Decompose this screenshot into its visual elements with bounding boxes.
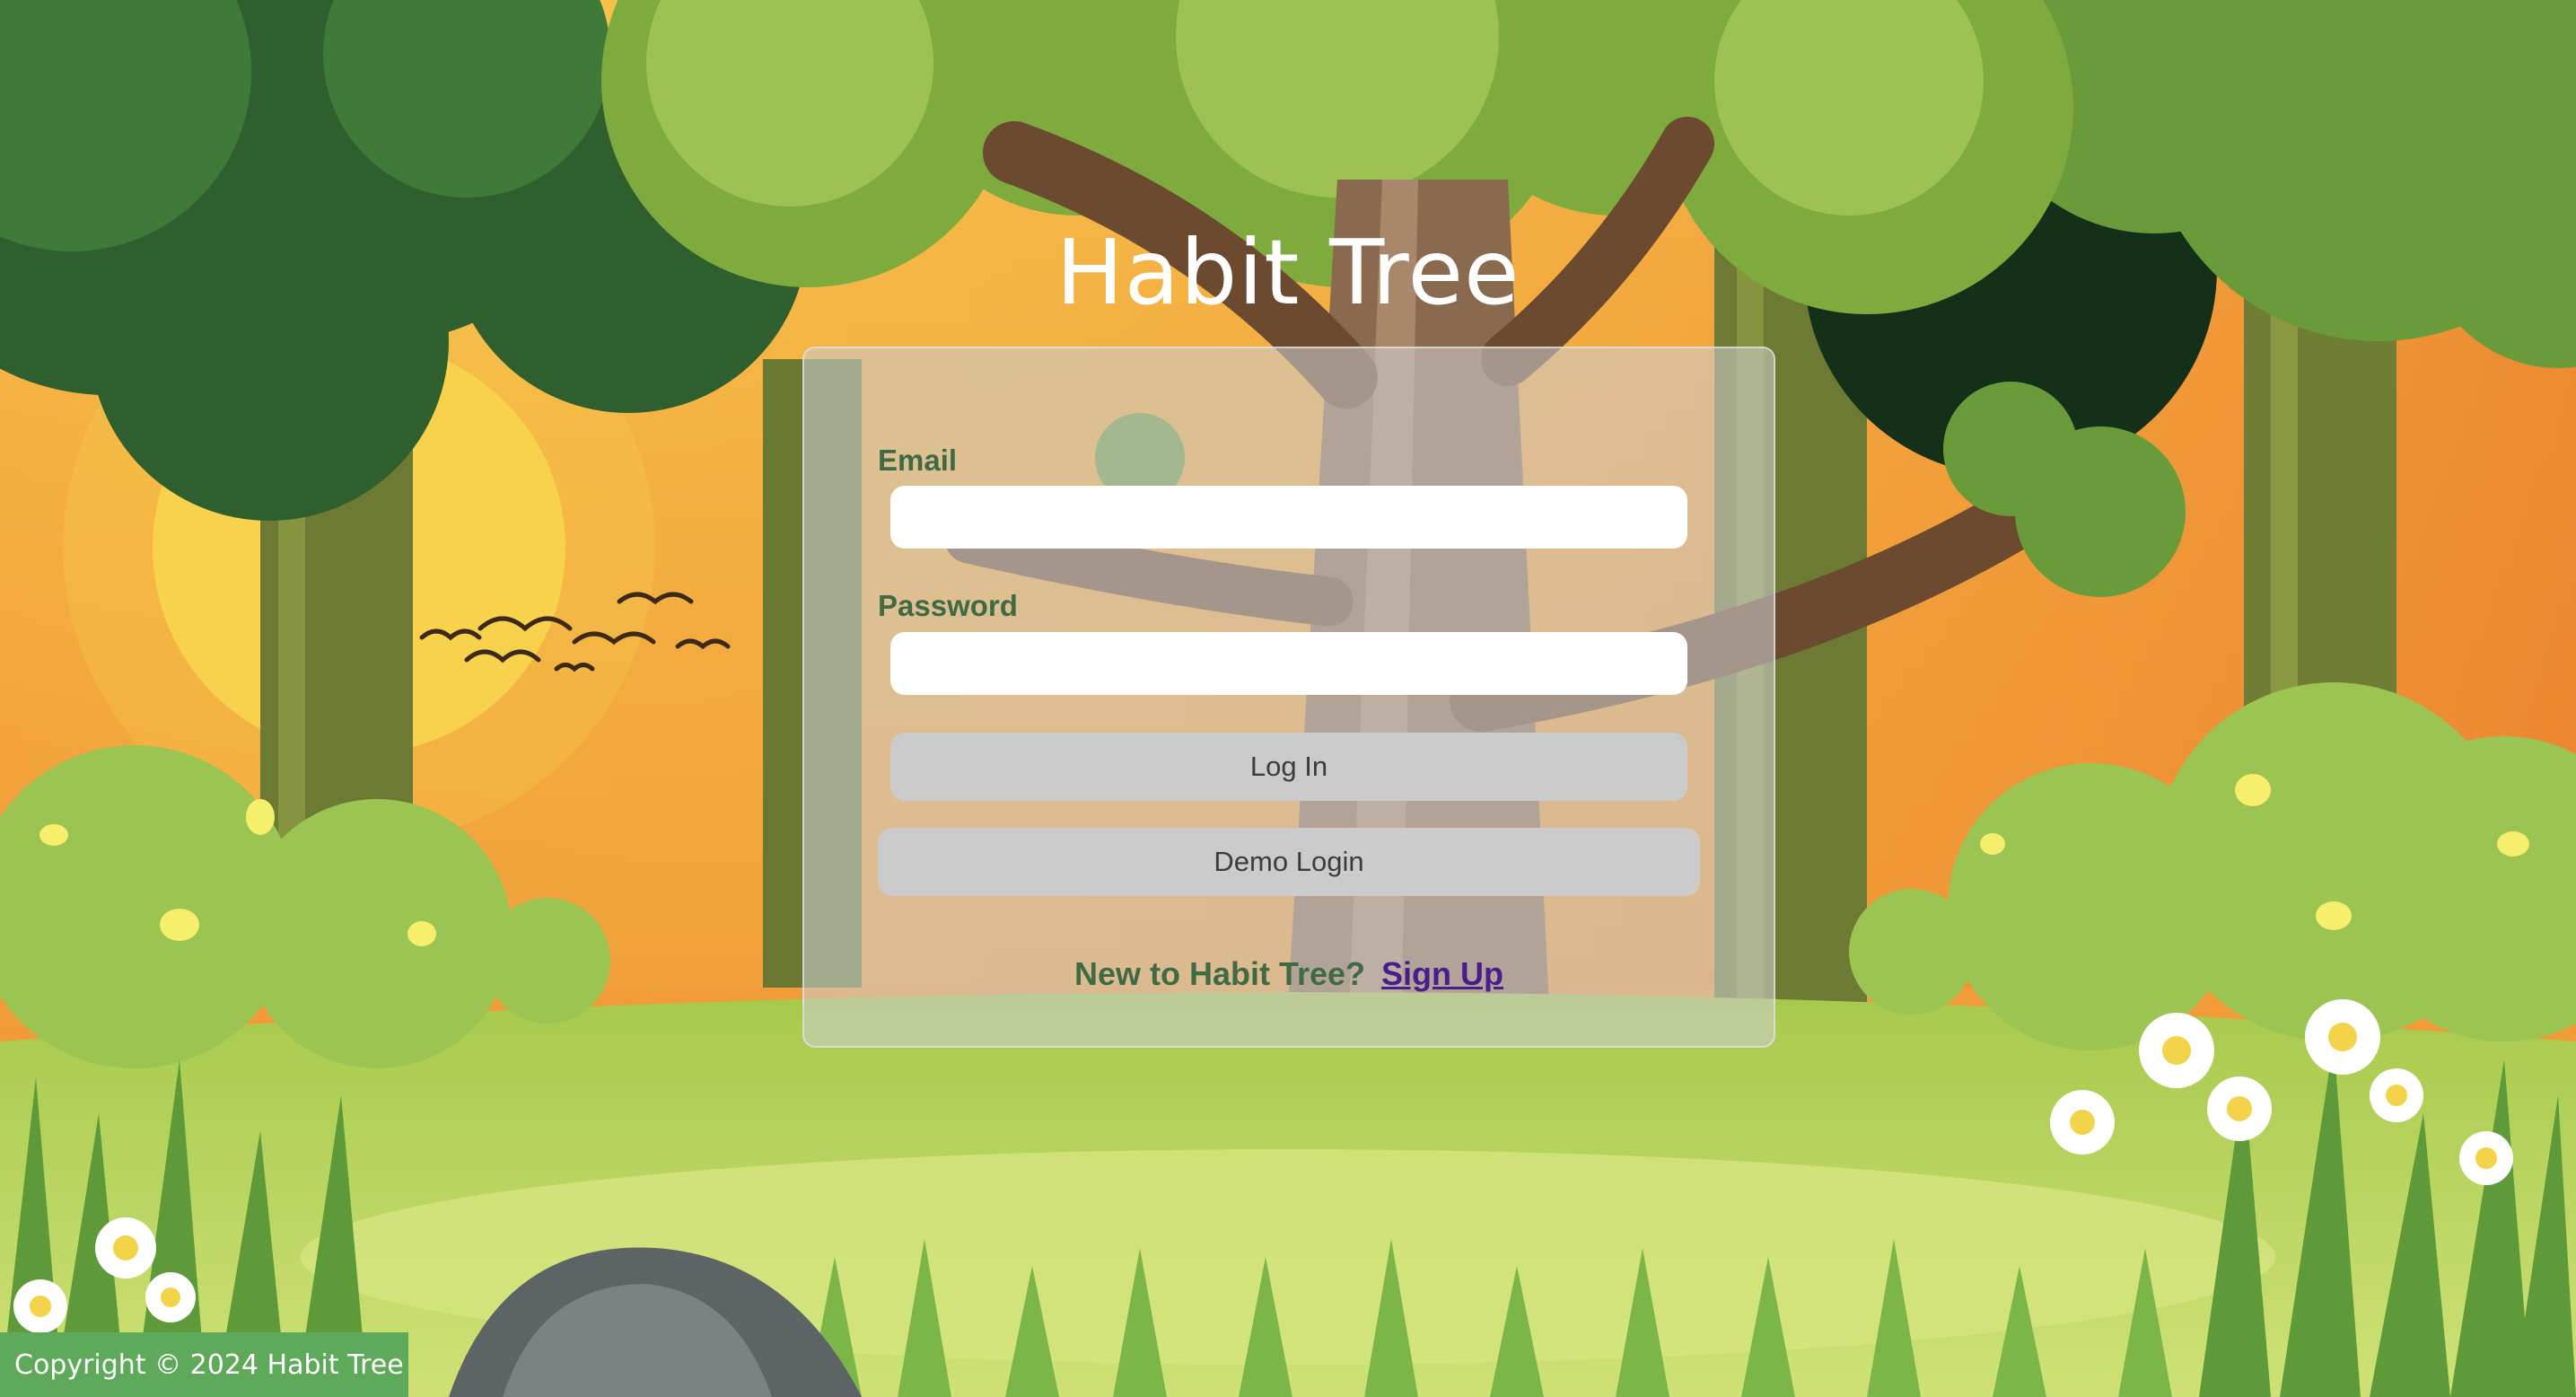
signup-row: New to Habit Tree? Sign Up (804, 955, 1774, 993)
signup-prompt: New to Habit Tree? (1073, 955, 1366, 992)
footer-copyright: Copyright © 2024 Habit Tree (0, 1332, 408, 1397)
signup-link[interactable]: Sign Up (1381, 955, 1503, 992)
login-form: Email Password Log In Demo Login New to … (802, 347, 1775, 1048)
login-button[interactable]: Log In (890, 733, 1687, 801)
password-label: Password (878, 589, 1018, 622)
app-title: Habit Tree (1056, 220, 1520, 325)
email-field[interactable] (890, 486, 1687, 549)
demo-login-button[interactable]: Demo Login (878, 828, 1700, 896)
email-label: Email (878, 444, 958, 477)
password-field[interactable] (890, 632, 1687, 695)
